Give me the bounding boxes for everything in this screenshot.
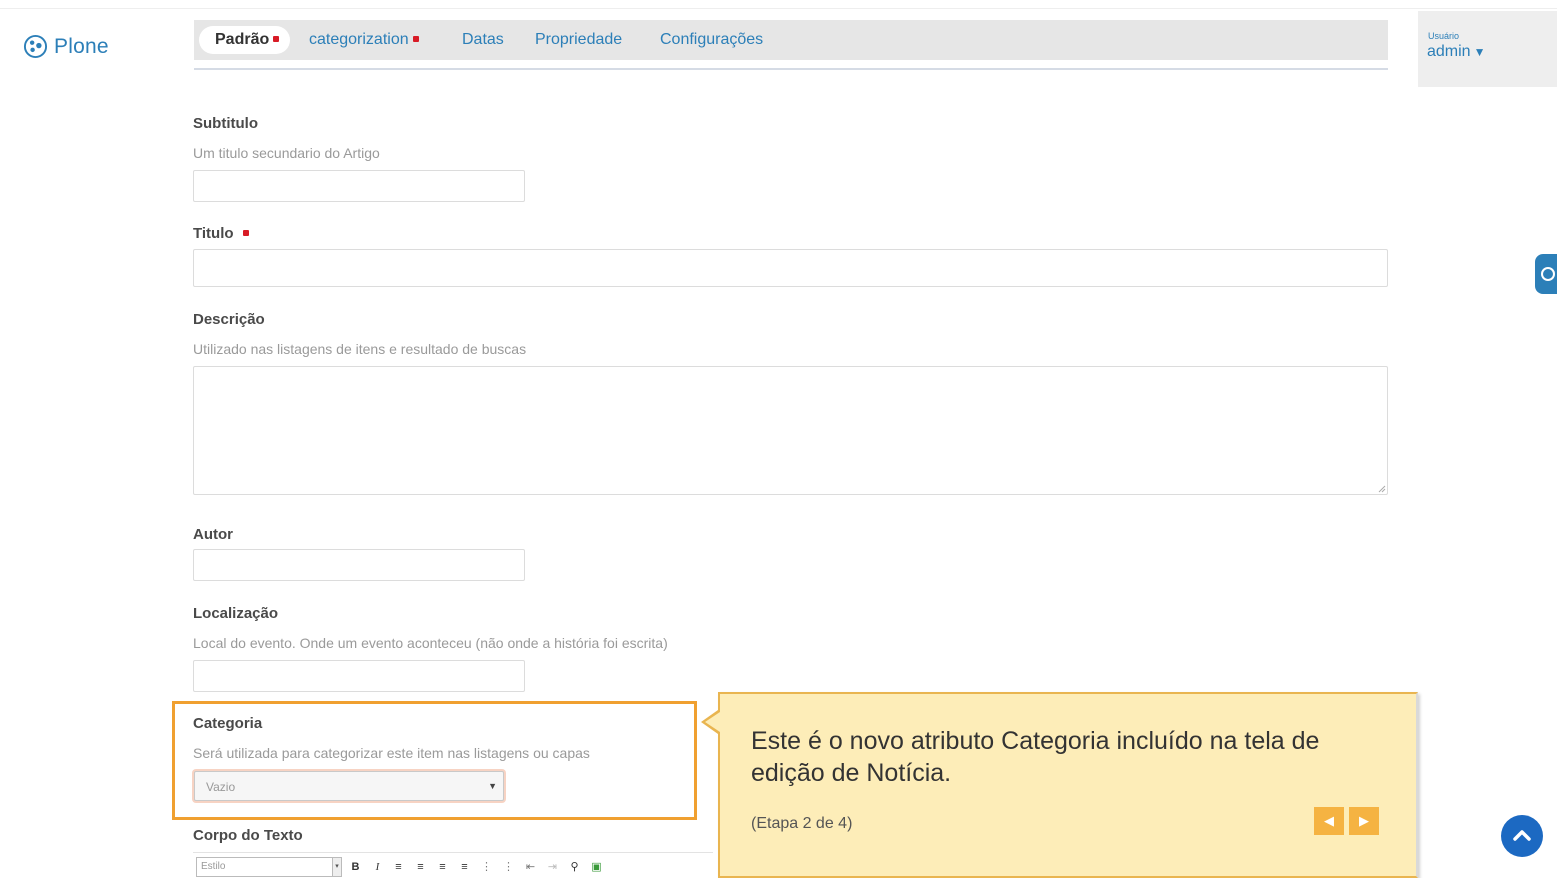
user-name[interactable]: admin ▼: [1427, 43, 1485, 61]
logo-text: Plone: [54, 34, 109, 58]
tab-bar: Padrão categorization Datas Propriedade …: [194, 20, 1388, 60]
tour-step: (Etapa 2 de 4): [751, 815, 853, 832]
chevron-up-icon: [1513, 830, 1531, 841]
location-label: Localização: [193, 605, 279, 622]
subtitle-label: Subtitulo: [193, 115, 258, 132]
bold-icon[interactable]: B: [350, 861, 361, 873]
category-help: Será utilizada para categorizar este ite…: [193, 745, 590, 761]
category-select[interactable]: Vazio ▼: [194, 771, 504, 801]
caret-down-icon: ▼: [488, 781, 497, 791]
required-marker: [273, 35, 280, 42]
title-input[interactable]: [193, 249, 1388, 287]
align-justify-icon[interactable]: ≡: [459, 861, 470, 873]
prev-arrow-icon: ◀: [1324, 813, 1334, 828]
align-center-icon[interactable]: ≡: [415, 861, 426, 873]
indent-icon[interactable]: ⇥: [547, 861, 558, 873]
category-label: Categoria: [193, 715, 263, 732]
bullet-list-icon[interactable]: ⋮: [481, 861, 492, 873]
style-select[interactable]: Estilo: [196, 857, 336, 877]
numbered-list-icon[interactable]: ⋮: [503, 861, 514, 873]
description-label: Descrição: [193, 311, 265, 328]
tab-propriedade[interactable]: Propriedade: [535, 26, 622, 54]
resize-grip-icon[interactable]: [1378, 485, 1386, 493]
caret-down-icon: ▼: [1473, 45, 1486, 59]
chevron-down-icon[interactable]: ▾: [332, 857, 342, 877]
side-panel-handle[interactable]: [1535, 254, 1557, 294]
tour-tooltip: Este é o novo atributo Categoria incluíd…: [718, 692, 1418, 878]
plone-logo-icon: [23, 34, 48, 59]
back-to-top-button[interactable]: [1501, 815, 1543, 857]
author-label: Autor: [193, 526, 233, 543]
plone-logo[interactable]: Plone: [23, 34, 109, 59]
tour-prev-button[interactable]: ◀: [1314, 807, 1344, 835]
user-menu[interactable]: Usuário admin ▼: [1418, 11, 1557, 87]
italic-icon[interactable]: I: [372, 861, 383, 873]
tour-next-button[interactable]: ▶: [1349, 807, 1379, 835]
tab-datas[interactable]: Datas: [462, 26, 504, 54]
user-label: Usuário: [1428, 31, 1460, 41]
link-icon[interactable]: ⚲: [569, 861, 580, 873]
image-icon[interactable]: ▣: [591, 861, 602, 873]
side-handle-icon: [1541, 267, 1555, 281]
top-divider: [0, 8, 1557, 9]
tab-padrao[interactable]: Padrão: [199, 26, 291, 54]
description-textarea[interactable]: [193, 366, 1388, 495]
editor-toolbar: Estilo ▾ B I ≡ ≡ ≡ ≡ ⋮ ⋮ ⇤ ⇥ ⚲ ▣: [193, 852, 713, 878]
align-left-icon[interactable]: ≡: [393, 861, 404, 873]
tour-text: Este é o novo atributo Categoria incluíd…: [751, 727, 1320, 787]
category-selected-value: Vazio: [206, 780, 236, 794]
location-help: Local do evento. Onde um evento acontece…: [193, 635, 668, 651]
body-label: Corpo do Texto: [193, 827, 303, 844]
subtitle-help: Um titulo secundario do Artigo: [193, 145, 380, 161]
next-arrow-icon: ▶: [1359, 813, 1369, 828]
description-help: Utilizado nas listagens de itens e resul…: [193, 341, 527, 357]
title-label: Titulo: [193, 225, 249, 242]
outdent-icon[interactable]: ⇤: [525, 861, 536, 873]
location-input[interactable]: [193, 660, 525, 692]
tab-configuracoes[interactable]: Configurações: [660, 26, 763, 54]
subtitle-input[interactable]: [193, 170, 525, 202]
required-marker: [412, 35, 419, 42]
tab-underline: [194, 68, 1388, 70]
tab-categorization[interactable]: categorization: [309, 26, 419, 54]
align-right-icon[interactable]: ≡: [437, 861, 448, 873]
tooltip-pointer-fill: [705, 712, 720, 732]
required-marker: [242, 230, 249, 237]
author-input[interactable]: [193, 549, 525, 581]
